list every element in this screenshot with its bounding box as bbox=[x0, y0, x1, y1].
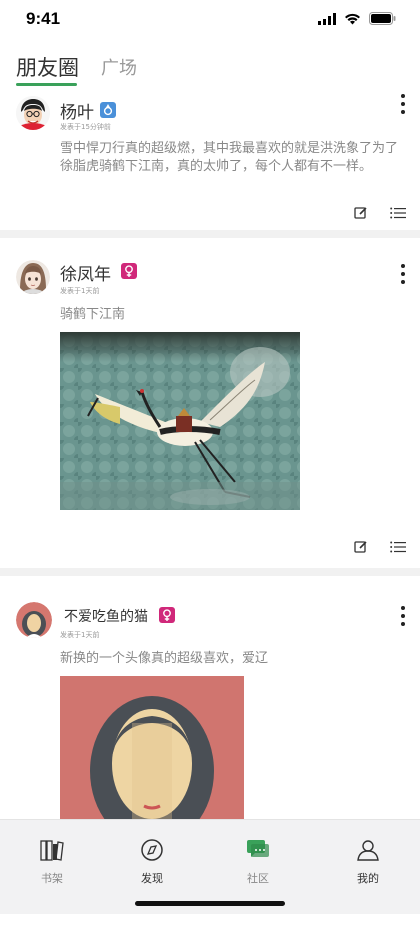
nav-label: 书架 bbox=[41, 872, 63, 885]
post-time: 发表于15分钟前 bbox=[60, 123, 111, 131]
post-image[interactable] bbox=[60, 332, 300, 510]
status-icons bbox=[318, 12, 396, 25]
post-card: 杨叶 发表于15分钟前 雪中悍刀行真的超级燃，其中我最喜欢的就是洪洗象了为了徐脂… bbox=[0, 90, 420, 230]
post-text: 新换的一个头像真的超级喜欢，爱辽 bbox=[60, 651, 269, 666]
more-icon[interactable] bbox=[400, 94, 406, 114]
post-author-name[interactable]: 杨叶 bbox=[60, 98, 94, 123]
wifi-icon bbox=[345, 13, 360, 24]
nav-label: 社区 bbox=[247, 872, 269, 885]
post-author-name[interactable]: 徐凤年 bbox=[60, 260, 111, 285]
bookshelf-icon bbox=[40, 840, 64, 861]
status-bar: 9:41 bbox=[0, 0, 420, 40]
post-time: 发表于1天前 bbox=[60, 287, 100, 295]
nav-label: 发现 bbox=[141, 872, 163, 885]
post-divider bbox=[0, 568, 420, 576]
avatar[interactable] bbox=[16, 96, 50, 130]
female-badge-icon bbox=[121, 263, 137, 279]
compass-icon bbox=[141, 839, 163, 861]
signal-icon bbox=[318, 12, 336, 25]
status-time: 9:41 bbox=[26, 9, 61, 28]
post-card: 徐凤年 发表于1天前 骑鹤下江南 bbox=[0, 238, 420, 568]
tab-square[interactable]: 广场 bbox=[101, 54, 137, 82]
bottom-tab-bar: 书架 发现 社区 我的 bbox=[0, 819, 420, 914]
post-time: 发表于1天前 bbox=[60, 631, 100, 639]
edit-icon[interactable] bbox=[354, 540, 368, 554]
tab-friends[interactable]: 朋友圈 bbox=[16, 52, 79, 86]
post-image[interactable] bbox=[60, 676, 244, 826]
more-icon[interactable] bbox=[400, 606, 406, 626]
home-indicator[interactable] bbox=[135, 901, 285, 906]
post-author-name[interactable]: 不爱吃鱼的猫 bbox=[64, 606, 148, 626]
more-icon[interactable] bbox=[400, 264, 406, 284]
post-actions bbox=[354, 206, 406, 220]
list-icon[interactable] bbox=[390, 207, 406, 219]
nav-discover[interactable]: 发现 bbox=[112, 838, 192, 886]
nav-bookshelf[interactable]: 书架 bbox=[12, 838, 92, 886]
feed: 杨叶 发表于15分钟前 雪中悍刀行真的超级燃，其中我最喜欢的就是洪洗象了为了徐脂… bbox=[0, 90, 420, 936]
edit-icon[interactable] bbox=[354, 206, 368, 220]
avatar[interactable] bbox=[16, 260, 50, 294]
chat-bubble-icon bbox=[247, 840, 269, 857]
female-badge-icon bbox=[159, 607, 175, 623]
nav-label: 我的 bbox=[357, 872, 379, 885]
battery-icon bbox=[369, 12, 396, 25]
post-text: 雪中悍刀行真的超级燃，其中我最喜欢的就是洪洗象了为了徐脂虎骑鹤下江南，真的太帅了… bbox=[60, 141, 399, 174]
post-text: 骑鹤下江南 bbox=[60, 307, 126, 322]
nav-community[interactable]: 社区 bbox=[218, 838, 298, 886]
male-badge-icon bbox=[100, 102, 116, 118]
list-icon[interactable] bbox=[390, 541, 406, 553]
post-divider bbox=[0, 230, 420, 238]
person-icon bbox=[357, 840, 379, 861]
avatar[interactable] bbox=[16, 602, 52, 638]
top-tabs: 朋友圈 广场 bbox=[16, 52, 137, 86]
post-actions bbox=[354, 540, 406, 554]
nav-profile[interactable]: 我的 bbox=[328, 838, 408, 886]
